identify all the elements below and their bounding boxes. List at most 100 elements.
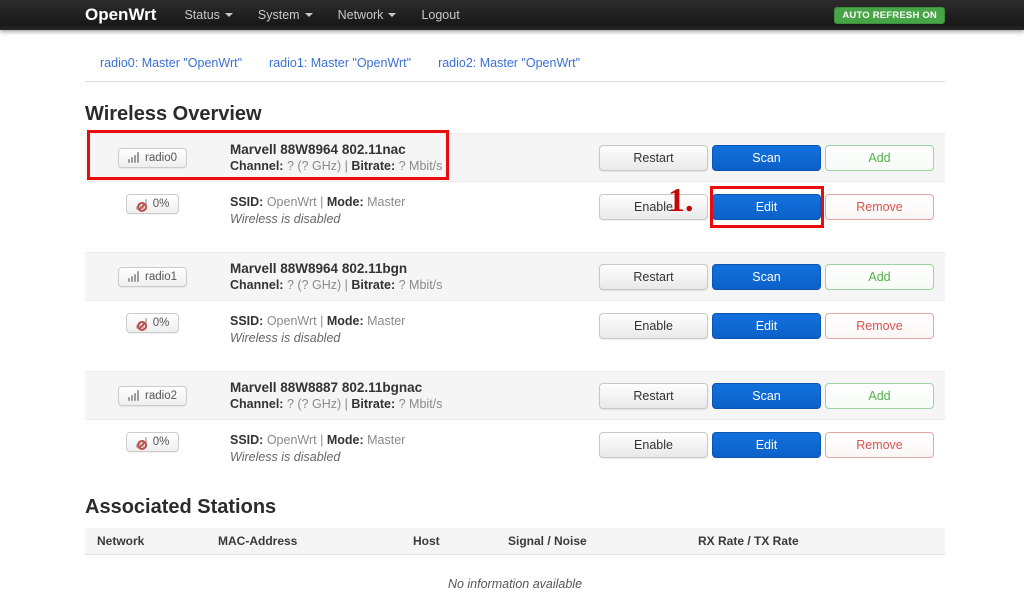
bitrate-label: Bitrate: — [351, 158, 396, 173]
ssid-row-radio0: 0% SSID: OpenWrt | Mode: Master Wireless… — [85, 182, 945, 246]
ssid-line: SSID: OpenWrt | Mode: Master — [230, 194, 599, 210]
signal-percent: 0% — [152, 198, 170, 210]
signal-strength-badge: 0% — [125, 313, 180, 333]
nav-item-label: System — [257, 8, 300, 22]
enable-button[interactable]: Enable — [599, 194, 708, 220]
device-badge-cell: radio0 — [85, 147, 220, 168]
chevron-down-icon — [388, 13, 397, 17]
device-buttons: Restart Scan Add — [599, 263, 945, 290]
wireless-disabled-note: Wireless is disabled — [230, 450, 341, 464]
ssid-line: SSID: OpenWrt | Mode: Master — [230, 432, 599, 448]
separator: | — [344, 277, 348, 292]
signal-strength-badge: 0% — [125, 194, 180, 214]
nav-item-label: Logout — [421, 8, 460, 22]
nav-item-label: Status — [184, 8, 220, 22]
column-header-mac-address: MAC-Address — [218, 534, 298, 548]
edit-button[interactable]: Edit — [712, 194, 821, 220]
mode-value: Master — [367, 314, 406, 328]
add-button[interactable]: Add — [825, 382, 934, 409]
channel-label: Channel: — [230, 158, 284, 173]
restart-button[interactable]: Restart — [599, 382, 708, 409]
separator: | — [344, 396, 348, 411]
bitrate-value: ? Mbit/s — [398, 158, 443, 173]
nav-item-system[interactable]: System — [258, 8, 313, 22]
signal-strength-badge: 0% — [125, 432, 180, 452]
ssid-row-radio2: 0% SSID: OpenWrt | Mode: Master Wireless… — [85, 420, 945, 484]
wireless-overview-title: Wireless Overview — [85, 103, 262, 125]
signal-percent: 0% — [152, 436, 170, 448]
radio-badge-label: radio1 — [145, 270, 177, 283]
ssid-value: OpenWrt — [266, 433, 317, 447]
ssid-value: OpenWrt — [266, 195, 317, 209]
nav-item-network[interactable]: Network — [338, 8, 397, 22]
chevron-down-icon — [304, 13, 313, 17]
add-button[interactable]: Add — [825, 144, 934, 171]
device-subtitle: Channel: ? (? GHz) | Bitrate: ? Mbit/s — [230, 277, 599, 293]
mode-value: Master — [367, 433, 406, 447]
nav-item-logout[interactable]: Logout — [421, 8, 459, 22]
device-subtitle: Channel: ? (? GHz) | Bitrate: ? Mbit/s — [230, 396, 599, 412]
brand-logo[interactable]: OpenWrt — [85, 5, 156, 25]
wireless-disabled-note: Wireless is disabled — [230, 212, 341, 226]
radio-badge-label: radio2 — [145, 389, 177, 402]
separator: | — [344, 158, 348, 173]
restart-button[interactable]: Restart — [599, 144, 708, 171]
ssid-info: SSID: OpenWrt | Mode: Master Wireless is… — [220, 313, 599, 346]
edit-button[interactable]: Edit — [712, 432, 821, 458]
restart-button[interactable]: Restart — [599, 263, 708, 290]
tab-radio0[interactable]: radio0: Master "OpenWrt" — [100, 56, 242, 70]
tab-radio2[interactable]: radio2: Master "OpenWrt" — [438, 56, 580, 70]
ssid-buttons: Enable Edit Remove — [599, 432, 945, 458]
remove-button[interactable]: Remove — [825, 313, 934, 339]
nav-item-status[interactable]: Status — [184, 8, 233, 22]
add-button[interactable]: Add — [825, 263, 934, 290]
ssid-label: SSID: — [230, 433, 264, 447]
device-row-radio0: radio0 Marvell 88W8964 802.11nac Channel… — [85, 133, 945, 182]
scan-button[interactable]: Scan — [712, 263, 821, 290]
signal-percent: 0% — [152, 317, 170, 329]
device-subtitle: Channel: ? (? GHz) | Bitrate: ? Mbit/s — [230, 158, 599, 174]
wifi-disabled-icon — [135, 317, 147, 331]
bitrate-value: ? Mbit/s — [398, 396, 443, 411]
ssid-info: SSID: OpenWrt | Mode: Master Wireless is… — [220, 432, 599, 465]
mode-label: Mode: — [326, 314, 364, 328]
device-title: Marvell 88W8964 802.11bgn — [230, 260, 408, 276]
remove-button[interactable]: Remove — [825, 194, 934, 220]
ssid-label: SSID: — [230, 314, 264, 328]
device-badge-cell: radio1 — [85, 266, 220, 287]
enable-button[interactable]: Enable — [599, 432, 708, 458]
radio-section-radio0: radio0 Marvell 88W8964 802.11nac Channel… — [85, 133, 945, 246]
radio-badge: radio0 — [118, 147, 187, 168]
bitrate-label: Bitrate: — [351, 396, 396, 411]
wifi-signal-icon — [128, 152, 140, 163]
wifi-disabled-icon — [135, 436, 147, 450]
scan-button[interactable]: Scan — [712, 144, 821, 171]
ssid-buttons: Enable Edit Remove — [599, 194, 945, 220]
bitrate-label: Bitrate: — [351, 277, 396, 292]
channel-label: Channel: — [230, 396, 284, 411]
ssid-line: SSID: OpenWrt | Mode: Master — [230, 313, 599, 329]
edit-button[interactable]: Edit — [712, 313, 821, 339]
auto-refresh-badge[interactable]: AUTO REFRESH ON — [834, 6, 945, 24]
no-information-note: No information available — [447, 577, 583, 591]
device-buttons: Restart Scan Add — [599, 144, 945, 171]
device-info: Marvell 88W8964 802.11bgn Channel: ? (? … — [220, 261, 599, 293]
ssid-label: SSID: — [230, 195, 264, 209]
channel-value: ? (? GHz) — [286, 158, 342, 173]
device-badge-cell: radio2 — [85, 385, 220, 406]
device-info: Marvell 88W8887 802.11bgnac Channel: ? (… — [220, 380, 599, 412]
wifi-signal-icon — [128, 390, 140, 401]
tab-radio1[interactable]: radio1: Master "OpenWrt" — [269, 56, 411, 70]
channel-value: ? (? GHz) — [286, 277, 342, 292]
device-buttons: Restart Scan Add — [599, 382, 945, 409]
enable-button[interactable]: Enable — [599, 313, 708, 339]
page-content: radio0: Master "OpenWrt" radio1: Master … — [85, 30, 945, 591]
scan-button[interactable]: Scan — [712, 382, 821, 409]
device-title: Marvell 88W8887 802.11bgnac — [230, 379, 423, 395]
remove-button[interactable]: Remove — [825, 432, 934, 458]
radio-badge-label: radio0 — [145, 151, 177, 164]
column-header-host: Host — [413, 534, 440, 548]
device-row-radio2: radio2 Marvell 88W8887 802.11bgnac Chann… — [85, 371, 945, 420]
wireless-disabled-note: Wireless is disabled — [230, 331, 341, 345]
wifi-disabled-icon — [135, 198, 147, 212]
